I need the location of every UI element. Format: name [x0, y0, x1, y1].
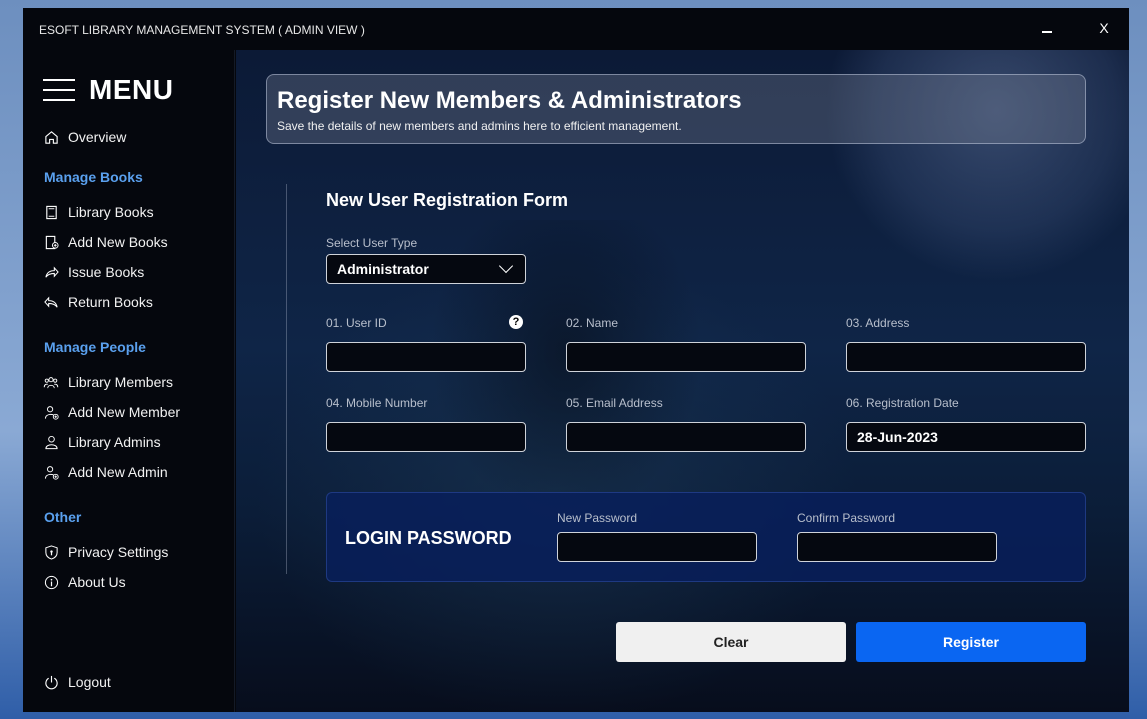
- info-icon: [43, 574, 59, 590]
- sidebar-item-label: Return Books: [68, 294, 153, 310]
- new-password-label: New Password: [557, 511, 638, 525]
- sidebar-item-label: Issue Books: [68, 264, 145, 280]
- minimize-button[interactable]: [1033, 14, 1061, 42]
- app-window: ESOFT LIBRARY MANAGEMENT SYSTEM ( ADMIN …: [23, 8, 1129, 712]
- new-password-field[interactable]: [557, 532, 757, 562]
- address-label: 03. Address: [846, 316, 910, 330]
- sidebar-item-overview[interactable]: Overview: [43, 127, 126, 147]
- sidebar-item-library-books[interactable]: Library Books: [43, 202, 154, 222]
- reg-date-field[interactable]: 28-Jun-2023: [846, 422, 1086, 452]
- reg-date-label: 06. Registration Date: [846, 396, 959, 410]
- user-type-value: Administrator: [337, 261, 429, 277]
- sidebar-item-label: Overview: [68, 129, 127, 145]
- sidebar-item-library-members[interactable]: Library Members: [43, 372, 173, 392]
- window-title: ESOFT LIBRARY MANAGEMENT SYSTEM ( ADMIN …: [39, 23, 365, 37]
- sidebar-item-label: Library Admins: [68, 434, 161, 450]
- form-title: New User Registration Form: [326, 190, 569, 210]
- email-field[interactable]: [566, 422, 806, 452]
- sidebar-item-return-books[interactable]: Return Books: [43, 292, 153, 312]
- divider: [286, 184, 287, 574]
- menu-title: MENU: [89, 74, 174, 105]
- menu-header: MENU: [43, 74, 173, 106]
- user-type-label: Select User Type: [326, 236, 418, 250]
- person-icon: [43, 434, 59, 450]
- sidebar-item-label: Privacy Settings: [68, 544, 169, 560]
- chevron-down-icon: [498, 258, 514, 274]
- home-icon: [43, 129, 59, 145]
- sidebar-item-label: Add New Member: [68, 404, 181, 420]
- sidebar-item-label: Library Members: [68, 374, 174, 390]
- mobile-field[interactable]: [326, 422, 526, 452]
- page-banner: Register New Members & Administrators Sa…: [266, 74, 1086, 144]
- share-arrow-icon: [43, 264, 59, 280]
- book-add-icon: [43, 234, 59, 250]
- people-group-icon: [43, 374, 59, 390]
- help-icon[interactable]: ?: [509, 315, 523, 329]
- register-button[interactable]: Register: [856, 622, 1086, 662]
- section-manage-books: Manage Books: [44, 169, 143, 185]
- sidebar-item-label: Logout: [68, 674, 111, 690]
- main-content: Register New Members & Administrators Sa…: [236, 50, 1129, 712]
- sidebar-item-issue-books[interactable]: Issue Books: [43, 262, 144, 282]
- sidebar-item-add-new-admin[interactable]: Add New Admin: [43, 462, 168, 482]
- sidebar-item-label: Library Books: [68, 204, 154, 220]
- login-password-panel: LOGIN PASSWORD New Password Confirm Pass…: [326, 492, 1086, 582]
- sidebar-item-logout[interactable]: Logout: [43, 672, 111, 692]
- sidebar-item-add-new-member[interactable]: Add New Member: [43, 402, 180, 422]
- page-subtitle: Save the details of new members and admi…: [277, 119, 682, 133]
- person-add-icon: [43, 404, 59, 420]
- reply-arrow-icon: [43, 294, 59, 310]
- mobile-label: 04. Mobile Number: [326, 396, 428, 410]
- sidebar-item-add-new-books[interactable]: Add New Books: [43, 232, 168, 252]
- title-bar: ESOFT LIBRARY MANAGEMENT SYSTEM ( ADMIN …: [23, 8, 1129, 50]
- sidebar-item-label: About Us: [68, 574, 126, 590]
- sidebar: MENU Overview Manage Books Library Books…: [23, 50, 235, 712]
- shield-icon: [43, 544, 59, 560]
- confirm-password-field[interactable]: [797, 532, 997, 562]
- power-icon: [43, 674, 59, 690]
- login-password-title: LOGIN PASSWORD: [345, 528, 512, 548]
- section-other: Other: [44, 509, 82, 525]
- user-id-label: 01. User ID: [326, 316, 387, 330]
- name-label: 02. Name: [566, 316, 619, 330]
- user-id-field[interactable]: [326, 342, 526, 372]
- page-title: Register New Members & Administrators: [277, 87, 742, 114]
- confirm-password-label: Confirm Password: [797, 511, 896, 525]
- person-add-icon: [43, 464, 59, 480]
- name-field[interactable]: [566, 342, 806, 372]
- close-button[interactable]: X: [1089, 14, 1119, 42]
- user-type-select[interactable]: Administrator: [326, 254, 526, 284]
- sidebar-item-label: Add New Books: [68, 234, 168, 250]
- sidebar-item-library-admins[interactable]: Library Admins: [43, 432, 161, 452]
- section-manage-people: Manage People: [44, 339, 146, 355]
- sidebar-item-about-us[interactable]: About Us: [43, 572, 126, 592]
- sidebar-item-privacy-settings[interactable]: Privacy Settings: [43, 542, 168, 562]
- hamburger-icon[interactable]: [43, 79, 75, 101]
- sidebar-item-label: Add New Admin: [68, 464, 168, 480]
- book-icon: [43, 204, 59, 220]
- email-label: 05. Email Address: [566, 396, 663, 410]
- clear-button[interactable]: Clear: [616, 622, 846, 662]
- address-field[interactable]: [846, 342, 1086, 372]
